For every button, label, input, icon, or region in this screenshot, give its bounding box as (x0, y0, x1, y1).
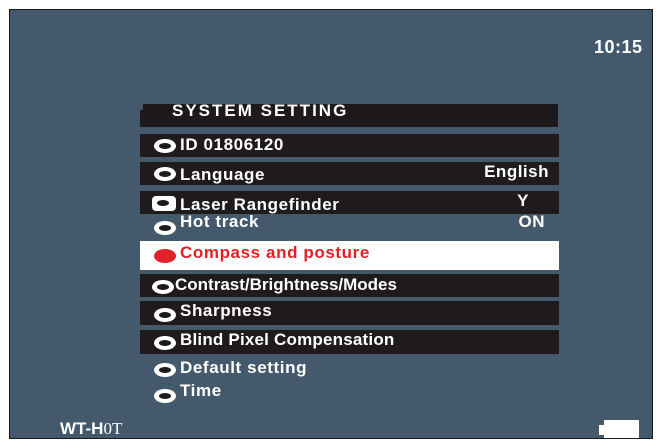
menu-item-value: English (484, 162, 549, 181)
menu-item-label: Compass and posture (180, 243, 370, 262)
menu-item-contrast-brightness-modes[interactable]: Contrast/Brightness/Modes (140, 274, 559, 297)
menu-item-label: ID 01806120 (180, 135, 284, 154)
menu-item-sharpness[interactable]: Sharpness (140, 301, 559, 325)
menu-item-label: Time (180, 381, 222, 400)
radio-bullet-icon (154, 363, 176, 377)
menu-item-laser-rangefinder[interactable]: Laser Rangefinder Y (140, 191, 559, 214)
radio-bullet-icon (154, 249, 176, 263)
menu-item-value: ON (518, 212, 545, 231)
device-model: WT-H0T (60, 419, 122, 438)
menu-title-bar: SYSTEM SETTING (140, 104, 558, 127)
menu-item-label: Language (180, 165, 266, 184)
radio-bullet-icon (152, 196, 176, 211)
menu-item-compass-and-posture[interactable]: Compass and posture (140, 241, 559, 270)
menu-item-label: Sharpness (180, 301, 273, 320)
menu-item-label: Contrast/Brightness/Modes (175, 275, 397, 294)
device-screen: 10:15 SYSTEM SETTING ID 01806120 Languag… (9, 9, 653, 439)
menu-item-language[interactable]: Language English (140, 162, 559, 185)
radio-bullet-icon (154, 139, 176, 153)
model-suffix: 0T (103, 419, 123, 438)
menu-item-label: Default setting (180, 358, 308, 377)
model-prefix: WT-H (60, 419, 104, 438)
radio-bullet-icon (154, 389, 176, 403)
menu-title: SYSTEM SETTING (172, 104, 349, 120)
radio-bullet-icon (154, 308, 176, 322)
battery-icon (599, 420, 639, 438)
menu-item-label: Hot track (180, 212, 260, 231)
clock-readout: 10:15 (594, 37, 643, 57)
radio-bullet-icon (154, 167, 176, 181)
menu-item-blind-pixel-compensation[interactable]: Blind Pixel Compensation (140, 330, 559, 354)
menu-item-value: Y (517, 191, 529, 210)
radio-bullet-icon (154, 336, 176, 350)
menu-item-default-setting[interactable]: Default setting (140, 358, 559, 381)
menu-item-hot-track[interactable]: Hot track ON (140, 212, 559, 238)
menu-item-id[interactable]: ID 01806120 (140, 134, 559, 157)
menu-item-time[interactable]: Time (140, 381, 559, 405)
menu-item-label: Blind Pixel Compensation (180, 330, 395, 349)
battery-body (604, 420, 639, 438)
radio-bullet-icon (152, 280, 174, 294)
title-notch (140, 104, 143, 110)
radio-bullet-icon (154, 221, 176, 235)
